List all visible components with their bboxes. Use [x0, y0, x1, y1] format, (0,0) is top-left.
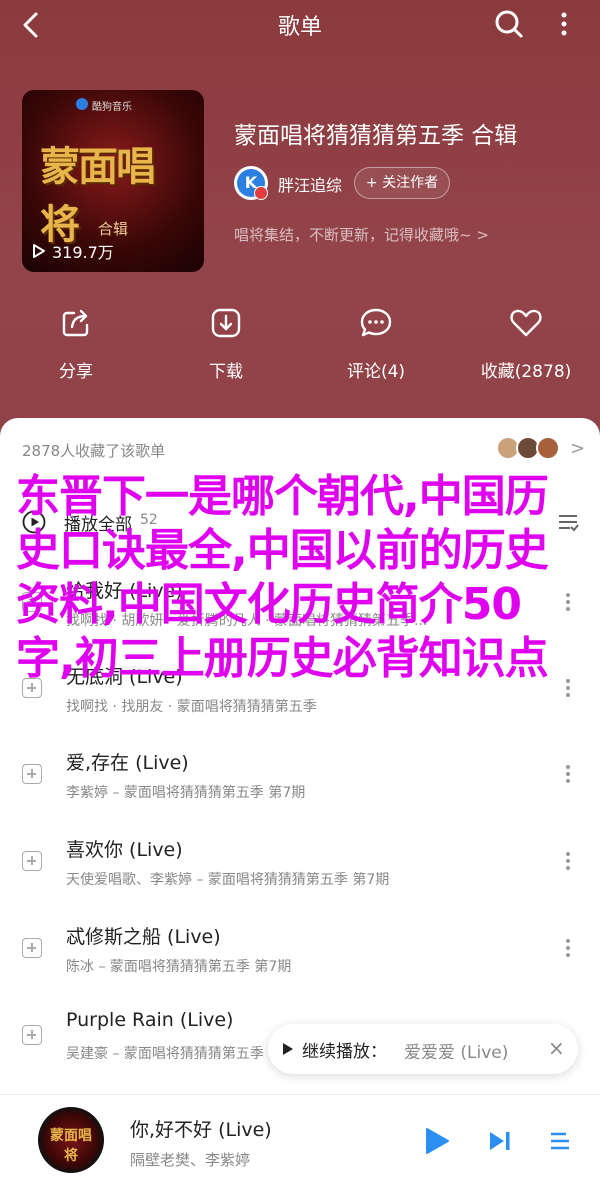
heart-icon: [510, 309, 542, 337]
creator-name[interactable]: 胖汪追综: [278, 172, 342, 196]
song-title: 喜欢你 (Live): [66, 839, 183, 861]
add-song-icon[interactable]: [22, 764, 42, 784]
play-outline-icon: [33, 244, 45, 258]
song-title: 爱,存在 (Live): [66, 752, 189, 774]
song-title: 忒修斯之船 (Live): [66, 926, 221, 948]
song-more-icon[interactable]: [558, 936, 578, 960]
avatar: [536, 436, 560, 460]
playlist-queue-icon[interactable]: [548, 1129, 572, 1153]
favorite-label: 收藏(2878): [480, 362, 572, 382]
comment-icon: [360, 308, 392, 337]
continue-playing-toast[interactable]: 继续播放： 爱爱爱 (Live) ×: [268, 1024, 578, 1074]
song-more-icon[interactable]: [558, 762, 578, 786]
more-vertical-icon[interactable]: [552, 8, 576, 40]
playlist-cover[interactable]: 酷狗音乐 蒙面唱将 合辑 319.7万: [22, 90, 204, 272]
kugou-logo-icon: [76, 98, 88, 110]
play-icon: [283, 1043, 293, 1055]
add-song-icon[interactable]: [22, 1025, 42, 1045]
action-bar: 分享 下载 评论(4) 收藏(2878): [0, 305, 600, 385]
follow-author-button[interactable]: + 关注作者: [354, 167, 450, 199]
continue-label: 继续播放：: [302, 1042, 387, 1062]
collected-count[interactable]: 2878人收藏了该歌单: [22, 440, 165, 461]
download-label: 下载: [209, 362, 243, 382]
next-track-icon[interactable]: [488, 1129, 512, 1153]
add-song-icon[interactable]: [22, 851, 42, 871]
continue-song: 爱爱爱 (Live): [404, 1043, 509, 1063]
search-icon[interactable]: [493, 8, 525, 40]
play-count-value: 319.7万: [52, 243, 114, 262]
now-playing-title: 你,好不好 (Live): [130, 1119, 272, 1141]
playlist-name: 蒙面唱将猜猜猜第五季 合辑: [234, 123, 518, 149]
download-button[interactable]: 下载: [161, 305, 291, 382]
playlist-description[interactable]: 唱将集结，不断更新，记得收藏哦~ >: [234, 224, 489, 245]
chevron-right-icon[interactable]: >: [570, 438, 585, 459]
play-button-icon[interactable]: [424, 1127, 450, 1155]
song-row[interactable]: 喜欢你 (Live) 天使爱唱歌、李紫婷 – 蒙面唱将猜猜猜第五季 第7期: [0, 819, 600, 905]
song-meta: 李紫婷 – 蒙面唱将猜猜猜第五季 第7期: [66, 785, 306, 801]
disc-text: 蒙面唱将: [50, 1128, 92, 1164]
song-meta: 陈冰 – 蒙面唱将猜猜猜第五季 第7期: [66, 959, 292, 975]
song-more-icon[interactable]: [558, 849, 578, 873]
song-row[interactable]: 爱,存在 (Live) 李紫婷 – 蒙面唱将猜猜猜第五季 第7期: [0, 732, 600, 818]
cover-brand: 酷狗音乐: [92, 102, 132, 113]
creator-badge-icon: [254, 186, 268, 200]
now-playing-disc[interactable]: 蒙面唱将: [38, 1107, 104, 1173]
favorite-button[interactable]: 收藏(2878): [461, 305, 591, 382]
share-button[interactable]: 分享: [11, 305, 141, 382]
song-meta: 天使爱唱歌、李紫婷 – 蒙面唱将猜猜猜第五季 第7期: [66, 872, 390, 888]
overlay-headline: 东晋下一是哪个朝代,中国历史口诀最全,中国以前的历史资料,中国文化历史简介50字…: [16, 471, 549, 684]
cover-art-text: 蒙面唱将: [40, 143, 156, 248]
close-icon[interactable]: ×: [548, 1036, 565, 1060]
creator-avatar[interactable]: K: [234, 166, 268, 200]
song-title: Purple Rain (Live): [66, 1009, 234, 1031]
comment-label: 评论(4): [346, 362, 406, 382]
song-row[interactable]: 忒修斯之船 (Live) 陈冰 – 蒙面唱将猜猜猜第五季 第7期: [0, 906, 600, 992]
add-song-icon[interactable]: [22, 938, 42, 958]
comment-button[interactable]: 评论(4): [311, 305, 441, 382]
mini-player[interactable]: 蒙面唱将 你,好不好 (Live) 隔壁老樊、李紫婷: [0, 1094, 600, 1189]
cover-subtitle: 合辑: [97, 220, 128, 238]
download-icon: [211, 308, 241, 338]
now-playing-artist: 隔壁老樊、李紫婷: [130, 1151, 251, 1169]
song-meta: 找啊找 · 找朋友 · 蒙面唱将猜猜猜第五季: [66, 699, 317, 715]
share-label: 分享: [59, 362, 93, 382]
share-icon: [62, 309, 89, 337]
top-bar: 歌单: [0, 0, 600, 50]
play-count: 319.7万: [32, 238, 114, 264]
